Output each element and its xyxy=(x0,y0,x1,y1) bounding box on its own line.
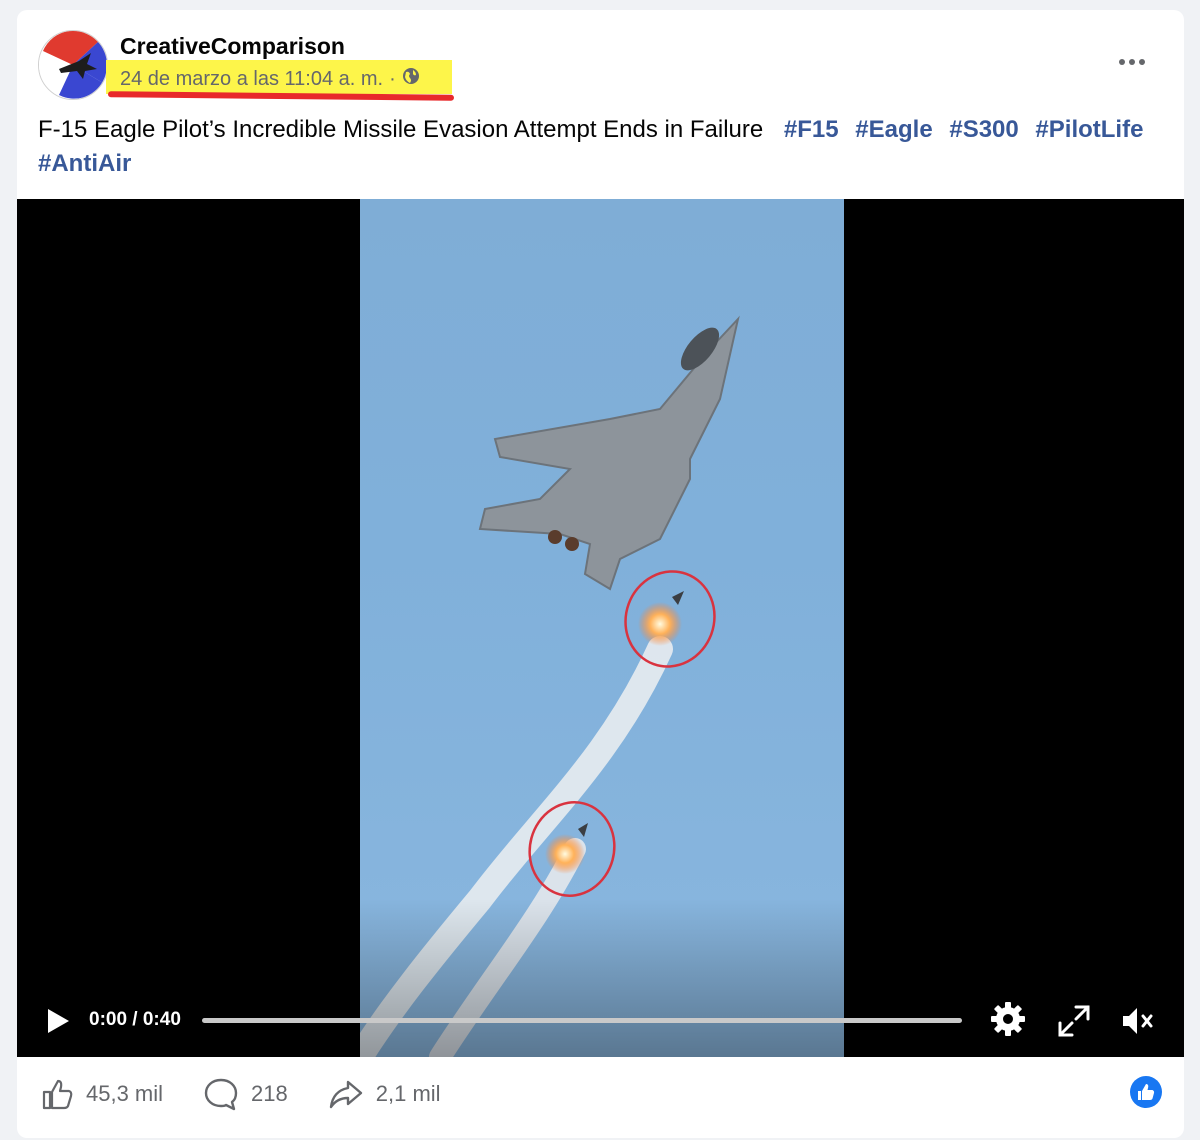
post-timestamp[interactable]: 24 de marzo a las 11:04 a. m. xyxy=(120,68,383,91)
like-action[interactable]: 45,3 mil xyxy=(40,1077,163,1111)
hashtag-antiair[interactable]: #AntiAir xyxy=(38,150,131,177)
more-options-icon[interactable] xyxy=(1112,50,1152,74)
share-action[interactable]: 2,1 mil xyxy=(328,1077,441,1111)
video-time: 0:00 / 0:40 xyxy=(89,1009,181,1030)
author-name[interactable]: CreativeComparison xyxy=(120,33,345,60)
video-controls: 0:00 / 0:40 xyxy=(17,199,1184,1057)
comment-icon xyxy=(204,1078,238,1111)
thumbs-up-filled-icon xyxy=(1138,1084,1155,1100)
hashtag-f15[interactable]: #F15 xyxy=(784,116,839,143)
comment-count: 218 xyxy=(251,1081,288,1106)
hashtag-pilotlife[interactable]: #PilotLife xyxy=(1035,116,1143,143)
post-meta: 24 de marzo a las 11:04 a. m. · xyxy=(120,67,420,91)
globe-icon xyxy=(402,67,420,91)
hashtag-s300[interactable]: #S300 xyxy=(949,116,1018,143)
mute-icon[interactable] xyxy=(1117,1001,1157,1041)
share-count: 2,1 mil xyxy=(375,1081,441,1106)
like-reaction-badge[interactable] xyxy=(1130,1076,1162,1108)
video-player[interactable]: 0:00 / 0:40 xyxy=(17,199,1184,1057)
settings-icon[interactable] xyxy=(988,999,1028,1039)
comment-action[interactable]: 218 xyxy=(203,1076,288,1112)
meta-separator: · xyxy=(389,67,396,90)
play-icon[interactable] xyxy=(45,1007,71,1035)
caption-text: F-15 Eagle Pilot’s Incredible Missile Ev… xyxy=(38,116,764,143)
video-progress-bar[interactable] xyxy=(202,1018,962,1023)
thumbs-up-icon xyxy=(42,1079,73,1110)
post-actions: 45,3 mil 218 2,1 mil xyxy=(40,1072,481,1116)
fullscreen-icon[interactable] xyxy=(1054,1001,1094,1041)
post-caption: F-15 Eagle Pilot’s Incredible Missile Ev… xyxy=(38,113,1168,181)
hashtag-eagle[interactable]: #Eagle xyxy=(855,116,932,143)
share-icon xyxy=(329,1080,362,1109)
like-count: 45,3 mil xyxy=(86,1081,164,1106)
avatar-logo xyxy=(39,31,107,99)
author-avatar[interactable] xyxy=(38,30,108,100)
